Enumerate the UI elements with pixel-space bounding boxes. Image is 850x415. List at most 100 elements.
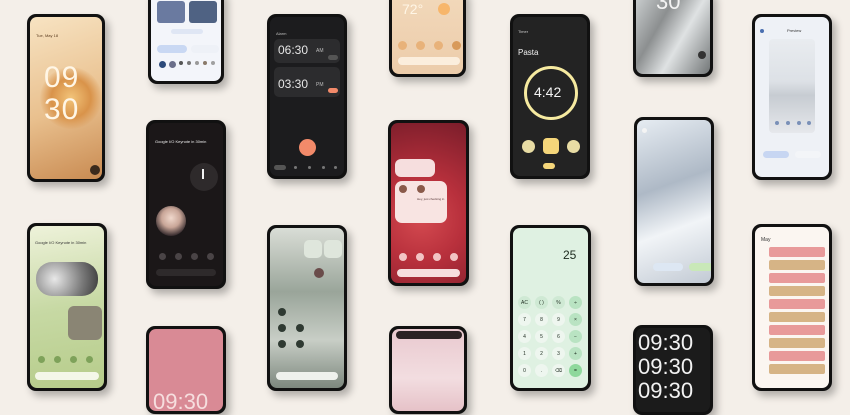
app-icon[interactable] (70, 356, 77, 363)
calc-key[interactable]: × (569, 313, 582, 326)
app-icon[interactable] (450, 253, 458, 261)
color-swatch[interactable] (195, 61, 199, 65)
calendar-event[interactable] (769, 325, 825, 335)
calc-key[interactable]: 7 (518, 313, 531, 326)
app-icon[interactable] (416, 41, 425, 50)
calc-key[interactable]: 2 (535, 347, 548, 360)
wallpaper-colors-tab[interactable] (157, 45, 187, 53)
tab-alarm[interactable] (274, 165, 286, 170)
change-wallpaper-button[interactable] (171, 29, 203, 34)
set-wallpaper-button[interactable] (763, 151, 789, 158)
calc-key[interactable]: AC (518, 296, 531, 309)
app-icon[interactable] (399, 253, 407, 261)
back-icon[interactable] (642, 128, 647, 133)
calc-key[interactable]: % (552, 296, 565, 309)
preview-icon[interactable] (786, 121, 790, 125)
alarm-toggle[interactable] (328, 88, 338, 93)
color-swatch[interactable] (159, 61, 166, 68)
cancel-button[interactable] (795, 151, 821, 158)
color-swatch[interactable] (187, 61, 191, 65)
apply-button[interactable] (689, 263, 711, 271)
tab-clock[interactable] (294, 166, 297, 169)
preview-icon[interactable] (807, 121, 811, 125)
tab-timer[interactable] (308, 166, 311, 169)
app-icon[interactable] (207, 253, 214, 260)
app-icon[interactable] (434, 41, 443, 50)
color-swatch[interactable] (203, 61, 207, 65)
search-bar[interactable] (276, 372, 338, 380)
calc-key[interactable]: 4 (518, 330, 531, 343)
search-bar[interactable] (156, 269, 216, 276)
calc-key[interactable]: 3 (552, 347, 565, 360)
timer-pause-button[interactable] (543, 138, 559, 154)
calendar-event[interactable] (769, 299, 825, 309)
app-icon[interactable] (296, 340, 304, 348)
preview-icon[interactable] (797, 121, 801, 125)
timer-reset-button[interactable] (522, 140, 535, 153)
calendar-event[interactable] (769, 312, 825, 322)
alarm-suffix: PM (316, 82, 324, 88)
calendar-event[interactable] (769, 247, 825, 257)
calc-key[interactable]: = (569, 364, 582, 377)
alarm-card[interactable]: 06:30 AM (274, 39, 340, 63)
calc-key[interactable]: ⌫ (552, 364, 565, 377)
calendar-event[interactable] (769, 286, 825, 296)
timer-add-button[interactable] (567, 140, 580, 153)
search-bar[interactable] (397, 269, 460, 277)
clock-hand (202, 169, 204, 179)
back-icon[interactable] (760, 29, 764, 33)
app-icon[interactable] (86, 356, 93, 363)
camera-shortcut-button[interactable] (698, 51, 706, 59)
basic-colors-tab[interactable] (191, 45, 219, 53)
search-bar[interactable] (398, 57, 460, 65)
conversation-bubble[interactable] (395, 159, 435, 177)
app-icon[interactable] (278, 340, 286, 348)
calc-key[interactable]: 1 (518, 347, 531, 360)
app-icon[interactable] (398, 41, 407, 50)
app-icon[interactable] (191, 253, 198, 260)
set-wallpaper-button[interactable] (653, 263, 683, 271)
app-icon[interactable] (278, 308, 286, 316)
preview-icon[interactable] (775, 121, 779, 125)
alarm-card[interactable]: 03:30 PM (274, 67, 340, 97)
app-icon[interactable] (159, 253, 166, 260)
app-icon[interactable] (175, 253, 182, 260)
calc-key[interactable]: ÷ (569, 296, 582, 309)
add-alarm-button[interactable] (299, 139, 316, 156)
calc-key[interactable]: ( ) (535, 296, 548, 309)
calc-key[interactable]: 5 (535, 330, 548, 343)
app-icon[interactable] (38, 356, 45, 363)
calendar-event[interactable] (769, 260, 825, 270)
calc-key[interactable]: 9 (552, 313, 565, 326)
app-icon[interactable] (433, 253, 441, 261)
alarm-toggle[interactable] (328, 55, 338, 60)
calc-key[interactable]: − (569, 330, 582, 343)
tab-stopwatch[interactable] (322, 166, 325, 169)
photo-widget (156, 206, 186, 236)
calc-key[interactable]: 0 (518, 364, 531, 377)
calendar-event[interactable] (769, 351, 825, 361)
calc-key[interactable]: + (569, 347, 582, 360)
calendar-event[interactable] (769, 364, 825, 374)
phone-wallpaper-style (148, 0, 224, 84)
color-swatch[interactable] (169, 61, 176, 68)
app-icon[interactable] (54, 356, 61, 363)
camera-shortcut-button[interactable] (90, 165, 100, 175)
app-icon[interactable] (296, 324, 304, 332)
app-icon[interactable] (452, 41, 461, 50)
conversation-widget[interactable]: Hey, just checking in (395, 181, 447, 223)
app-icon[interactable] (278, 324, 286, 332)
tab-timer[interactable] (543, 163, 555, 169)
calendar-event[interactable] (769, 273, 825, 283)
phone-calculator: 25 AC ( )% ÷ 7 8 9 × 4 5 6− 1 2 3 +0. ⌫ = (510, 225, 591, 391)
calc-key[interactable]: 6 (552, 330, 565, 343)
tab-bedtime[interactable] (334, 166, 337, 169)
app-icon[interactable] (416, 253, 424, 261)
calc-key[interactable]: . (535, 364, 548, 377)
lock-clock: 09:30 (153, 389, 209, 411)
calendar-event[interactable] (769, 338, 825, 348)
calc-key[interactable]: 8 (535, 313, 548, 326)
color-swatch[interactable] (211, 61, 215, 65)
color-swatch[interactable] (179, 61, 183, 65)
search-bar[interactable] (35, 372, 99, 380)
